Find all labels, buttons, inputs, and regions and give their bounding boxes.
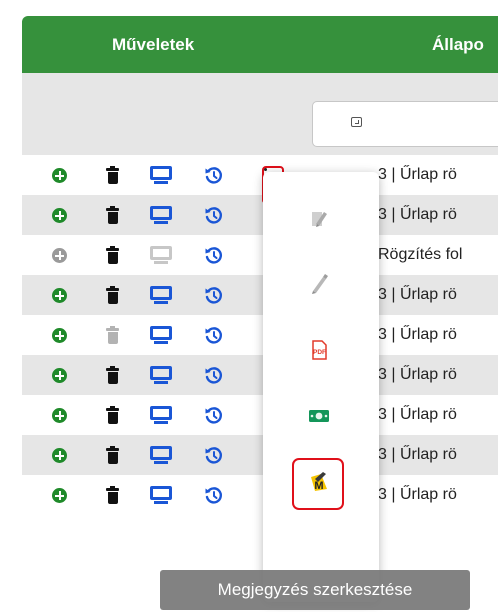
document-sign-icon bbox=[307, 206, 331, 230]
monitor-icon[interactable] bbox=[150, 286, 172, 305]
history-icon[interactable] bbox=[204, 406, 223, 425]
status-cell: 3 | Űrlap rö bbox=[378, 446, 457, 463]
trash-icon[interactable] bbox=[106, 486, 119, 504]
plus-circle-icon[interactable] bbox=[52, 488, 67, 503]
table-row: 3 | Űrlap rö bbox=[22, 195, 498, 235]
plus-circle-icon[interactable] bbox=[52, 408, 67, 423]
monitor-icon[interactable] bbox=[150, 166, 172, 185]
header-status[interactable]: Állapo bbox=[432, 35, 484, 55]
svg-text:PDF: PDF bbox=[313, 349, 326, 356]
filter-row bbox=[22, 73, 498, 155]
history-icon[interactable] bbox=[204, 326, 223, 345]
monitor-icon[interactable] bbox=[150, 446, 172, 465]
menu-item-pen bbox=[263, 258, 379, 310]
note-edit-icon: M bbox=[307, 470, 331, 494]
monitor-icon bbox=[150, 246, 172, 265]
plus-circle-icon[interactable] bbox=[52, 328, 67, 343]
menu-item-pdf[interactable]: PDF bbox=[263, 324, 379, 376]
trash-icon[interactable] bbox=[106, 406, 119, 424]
menu-item-document-sign bbox=[263, 192, 379, 244]
svg-text:M: M bbox=[314, 480, 323, 492]
plus-circle-icon[interactable] bbox=[52, 208, 67, 223]
table-row: 3 | Űrlap rö bbox=[22, 275, 498, 315]
menu-item-note-edit[interactable]: M bbox=[263, 456, 379, 508]
menu-item-money[interactable] bbox=[263, 390, 379, 442]
plus-circle-icon bbox=[52, 248, 67, 263]
header-actions: Műveletek bbox=[112, 35, 195, 54]
status-cell: Rögzítés fol bbox=[378, 246, 463, 263]
trash-icon[interactable] bbox=[106, 286, 119, 304]
table-row: 3 | Űrlap rö bbox=[22, 155, 498, 195]
tooltip: Megjegyzés szerkesztése bbox=[160, 570, 470, 610]
filter-select-icon bbox=[351, 117, 362, 127]
status-cell: 3 | Űrlap rö bbox=[378, 206, 457, 223]
status-filter-input[interactable] bbox=[312, 101, 498, 147]
trash-icon[interactable] bbox=[106, 166, 119, 184]
monitor-icon[interactable] bbox=[150, 326, 172, 345]
history-icon[interactable] bbox=[204, 286, 223, 305]
plus-circle-icon[interactable] bbox=[52, 448, 67, 463]
plus-circle-icon[interactable] bbox=[52, 288, 67, 303]
history-icon[interactable] bbox=[204, 206, 223, 225]
monitor-icon[interactable] bbox=[150, 406, 172, 425]
status-cell: 3 | Űrlap rö bbox=[378, 406, 457, 423]
plus-circle-icon[interactable] bbox=[52, 168, 67, 183]
status-cell: 3 | Űrlap rö bbox=[378, 486, 457, 503]
monitor-icon[interactable] bbox=[150, 206, 172, 225]
actions-dropdown-menu: PDF M bbox=[263, 172, 379, 602]
status-cell: 3 | Űrlap rö bbox=[378, 366, 457, 383]
money-icon bbox=[307, 404, 331, 428]
table-row: 3 | Űrlap rö bbox=[22, 355, 498, 395]
history-icon[interactable] bbox=[204, 446, 223, 465]
table-header: Műveletek Állapo bbox=[22, 16, 498, 73]
pdf-icon: PDF bbox=[307, 338, 331, 362]
table-row: 3 | Űrlap rö bbox=[22, 475, 498, 515]
history-icon[interactable] bbox=[204, 166, 223, 185]
status-cell: 3 | Űrlap rö bbox=[378, 286, 457, 303]
table-row: 3 | Űrlap rö bbox=[22, 395, 498, 435]
history-icon[interactable] bbox=[204, 246, 223, 265]
trash-icon bbox=[106, 326, 119, 344]
history-icon[interactable] bbox=[204, 486, 223, 505]
table-row: 3 | Űrlap rö bbox=[22, 435, 498, 475]
status-cell: 3 | Űrlap rö bbox=[378, 326, 457, 343]
trash-icon[interactable] bbox=[106, 246, 119, 264]
pen-icon bbox=[307, 272, 331, 296]
data-table: Műveletek Állapo 3 | Űrlap rö 3 | Űrlap r… bbox=[22, 16, 498, 612]
trash-icon[interactable] bbox=[106, 446, 119, 464]
table-row: Rögzítés fol bbox=[22, 235, 498, 275]
monitor-icon[interactable] bbox=[150, 486, 172, 505]
status-cell: 3 | Űrlap rö bbox=[378, 166, 457, 183]
plus-circle-icon[interactable] bbox=[52, 368, 67, 383]
history-icon[interactable] bbox=[204, 366, 223, 385]
monitor-icon[interactable] bbox=[150, 366, 172, 385]
trash-icon[interactable] bbox=[106, 366, 119, 384]
trash-icon[interactable] bbox=[106, 206, 119, 224]
table-row: 3 | Űrlap rö bbox=[22, 315, 498, 355]
